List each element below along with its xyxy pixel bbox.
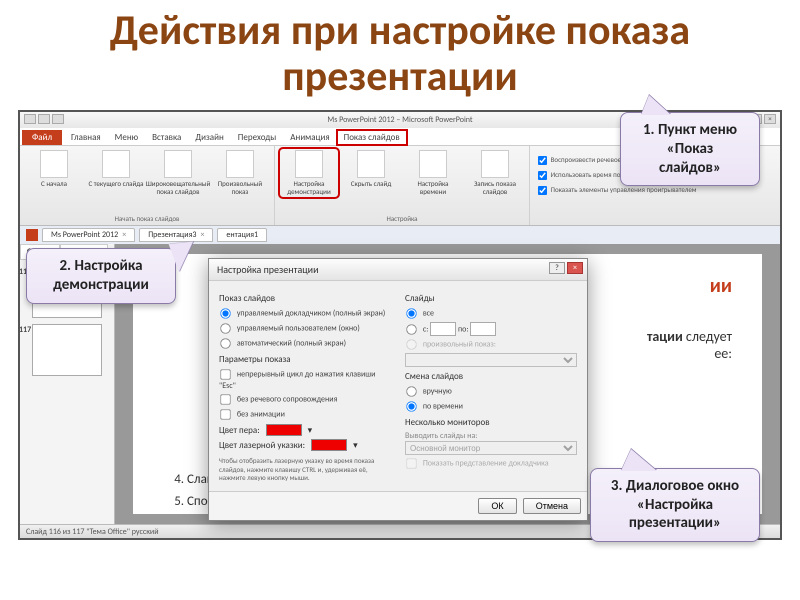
- close-button[interactable]: ×: [567, 262, 583, 274]
- monitor-select: Основной монитор: [405, 441, 577, 455]
- hint-text: Чтобы отобразить лазерную указку во врем…: [219, 457, 391, 482]
- monitor-label: Выводить слайды на:: [405, 431, 577, 441]
- chk-controls[interactable]: Показать элементы управления проигрывате…: [536, 184, 774, 197]
- from-current-button[interactable]: С текущего слайда: [88, 150, 144, 195]
- callout-2: 2. Настройка демонстрации: [26, 248, 176, 304]
- chk-loop[interactable]: непрерывный цикл до нажатия клавиши "Esc…: [219, 368, 391, 391]
- document-tabs: Ms PowerPoint 2012× Презентация3× ентаци…: [20, 226, 780, 244]
- dropdown-icon[interactable]: ▾: [308, 425, 313, 436]
- hide-slide-button[interactable]: Скрыть слайд: [343, 150, 399, 195]
- chk-no-animation[interactable]: без анимации: [219, 408, 391, 421]
- radio-presenter[interactable]: управляемый докладчиком (полный экран): [219, 307, 391, 320]
- qat-btn[interactable]: [52, 114, 64, 124]
- radio-custom[interactable]: произвольный показ:: [405, 338, 577, 351]
- qat-btn[interactable]: [24, 114, 36, 124]
- dialog-title: Настройка презентации: [217, 263, 318, 276]
- qat-btn[interactable]: [38, 114, 50, 124]
- rehearse-button[interactable]: Настройка времени: [405, 150, 461, 195]
- laser-color-label: Цвет лазерной указки:: [219, 440, 305, 451]
- setup-slideshow-button[interactable]: Настройка демонстрации: [281, 150, 337, 195]
- close-icon[interactable]: ×: [200, 230, 204, 240]
- dropdown-icon[interactable]: ▾: [353, 440, 358, 451]
- cancel-button[interactable]: Отмена: [523, 498, 581, 514]
- group-label: Смена слайдов: [405, 371, 577, 382]
- tab-menu[interactable]: Меню: [108, 130, 145, 145]
- group-label: Слайды: [405, 293, 577, 304]
- pen-color-label: Цвет пера:: [219, 425, 260, 436]
- broadcast-button[interactable]: Широковещательный показ слайдов: [150, 150, 206, 195]
- close-button[interactable]: ×: [764, 114, 776, 124]
- quick-access-toolbar: [24, 114, 64, 124]
- tab-transitions[interactable]: Переходы: [231, 130, 284, 145]
- setup-presentation-dialog: Настройка презентации ? × Показ слайдов …: [208, 258, 588, 520]
- pen-color-picker[interactable]: [266, 424, 302, 436]
- radio-range[interactable]: с: по:: [405, 322, 577, 336]
- tab-slideshow[interactable]: Показ слайдов: [337, 130, 407, 145]
- group-label: Параметры показа: [219, 354, 391, 365]
- to-input[interactable]: [470, 322, 496, 336]
- tab-file[interactable]: Файл: [22, 130, 62, 145]
- record-button[interactable]: Запись показа слайдов: [467, 150, 523, 195]
- custom-show-button[interactable]: Произвольный показ: [212, 150, 268, 195]
- radio-timings[interactable]: по времени: [405, 400, 577, 413]
- doc-tab[interactable]: Ms PowerPoint 2012×: [42, 228, 135, 242]
- radio-browsed[interactable]: управляемый пользователем (окно): [219, 322, 391, 335]
- from-input[interactable]: [430, 322, 456, 336]
- group-label: Показ слайдов: [219, 293, 391, 304]
- radio-manual[interactable]: вручную: [405, 385, 577, 398]
- slide-number: 117: [19, 325, 31, 335]
- radio-kiosk[interactable]: автоматический (полный экран): [219, 337, 391, 350]
- group-label: Несколько мониторов: [405, 417, 577, 428]
- tab-design[interactable]: Дизайн: [188, 130, 230, 145]
- dialog-titlebar: Настройка презентации ? ×: [209, 259, 587, 281]
- doc-tab[interactable]: ентация1: [217, 228, 267, 242]
- tab-insert[interactable]: Вставка: [145, 130, 188, 145]
- laser-color-picker[interactable]: [311, 439, 347, 451]
- app-icon: [26, 229, 38, 241]
- body-fragment: следует: [683, 328, 732, 345]
- from-beginning-button[interactable]: С начала: [26, 150, 82, 195]
- tab-home[interactable]: Главная: [64, 130, 108, 145]
- chk-no-narration[interactable]: без речевого сопровождения: [219, 393, 391, 406]
- ok-button[interactable]: ОК: [478, 498, 516, 514]
- chk-presenter-view[interactable]: Показать представление докладчика: [405, 457, 577, 470]
- radio-all[interactable]: все: [405, 307, 577, 320]
- page-title: Действия при настройке показа презентаци…: [0, 0, 800, 106]
- ribbon-group-label: Настройка: [281, 214, 523, 223]
- tab-animation[interactable]: Анимация: [283, 130, 336, 145]
- slide-thumbnail[interactable]: 117: [32, 324, 102, 376]
- custom-show-select: [405, 353, 577, 367]
- help-button[interactable]: ?: [549, 262, 565, 274]
- window-title: Ms PowerPoint 2012 – Microsoft PowerPoin…: [327, 115, 472, 125]
- ribbon-group-label: Начать показ слайдов: [26, 214, 268, 223]
- close-icon[interactable]: ×: [122, 230, 126, 240]
- slide-title-fragment: ии: [710, 274, 732, 298]
- callout-1: 1. Пункт меню «Показ слайдов»: [620, 112, 760, 186]
- callout-3: 3. Диалоговое окно «Настройка презентаци…: [590, 468, 760, 542]
- body-fragment: тации: [647, 328, 683, 345]
